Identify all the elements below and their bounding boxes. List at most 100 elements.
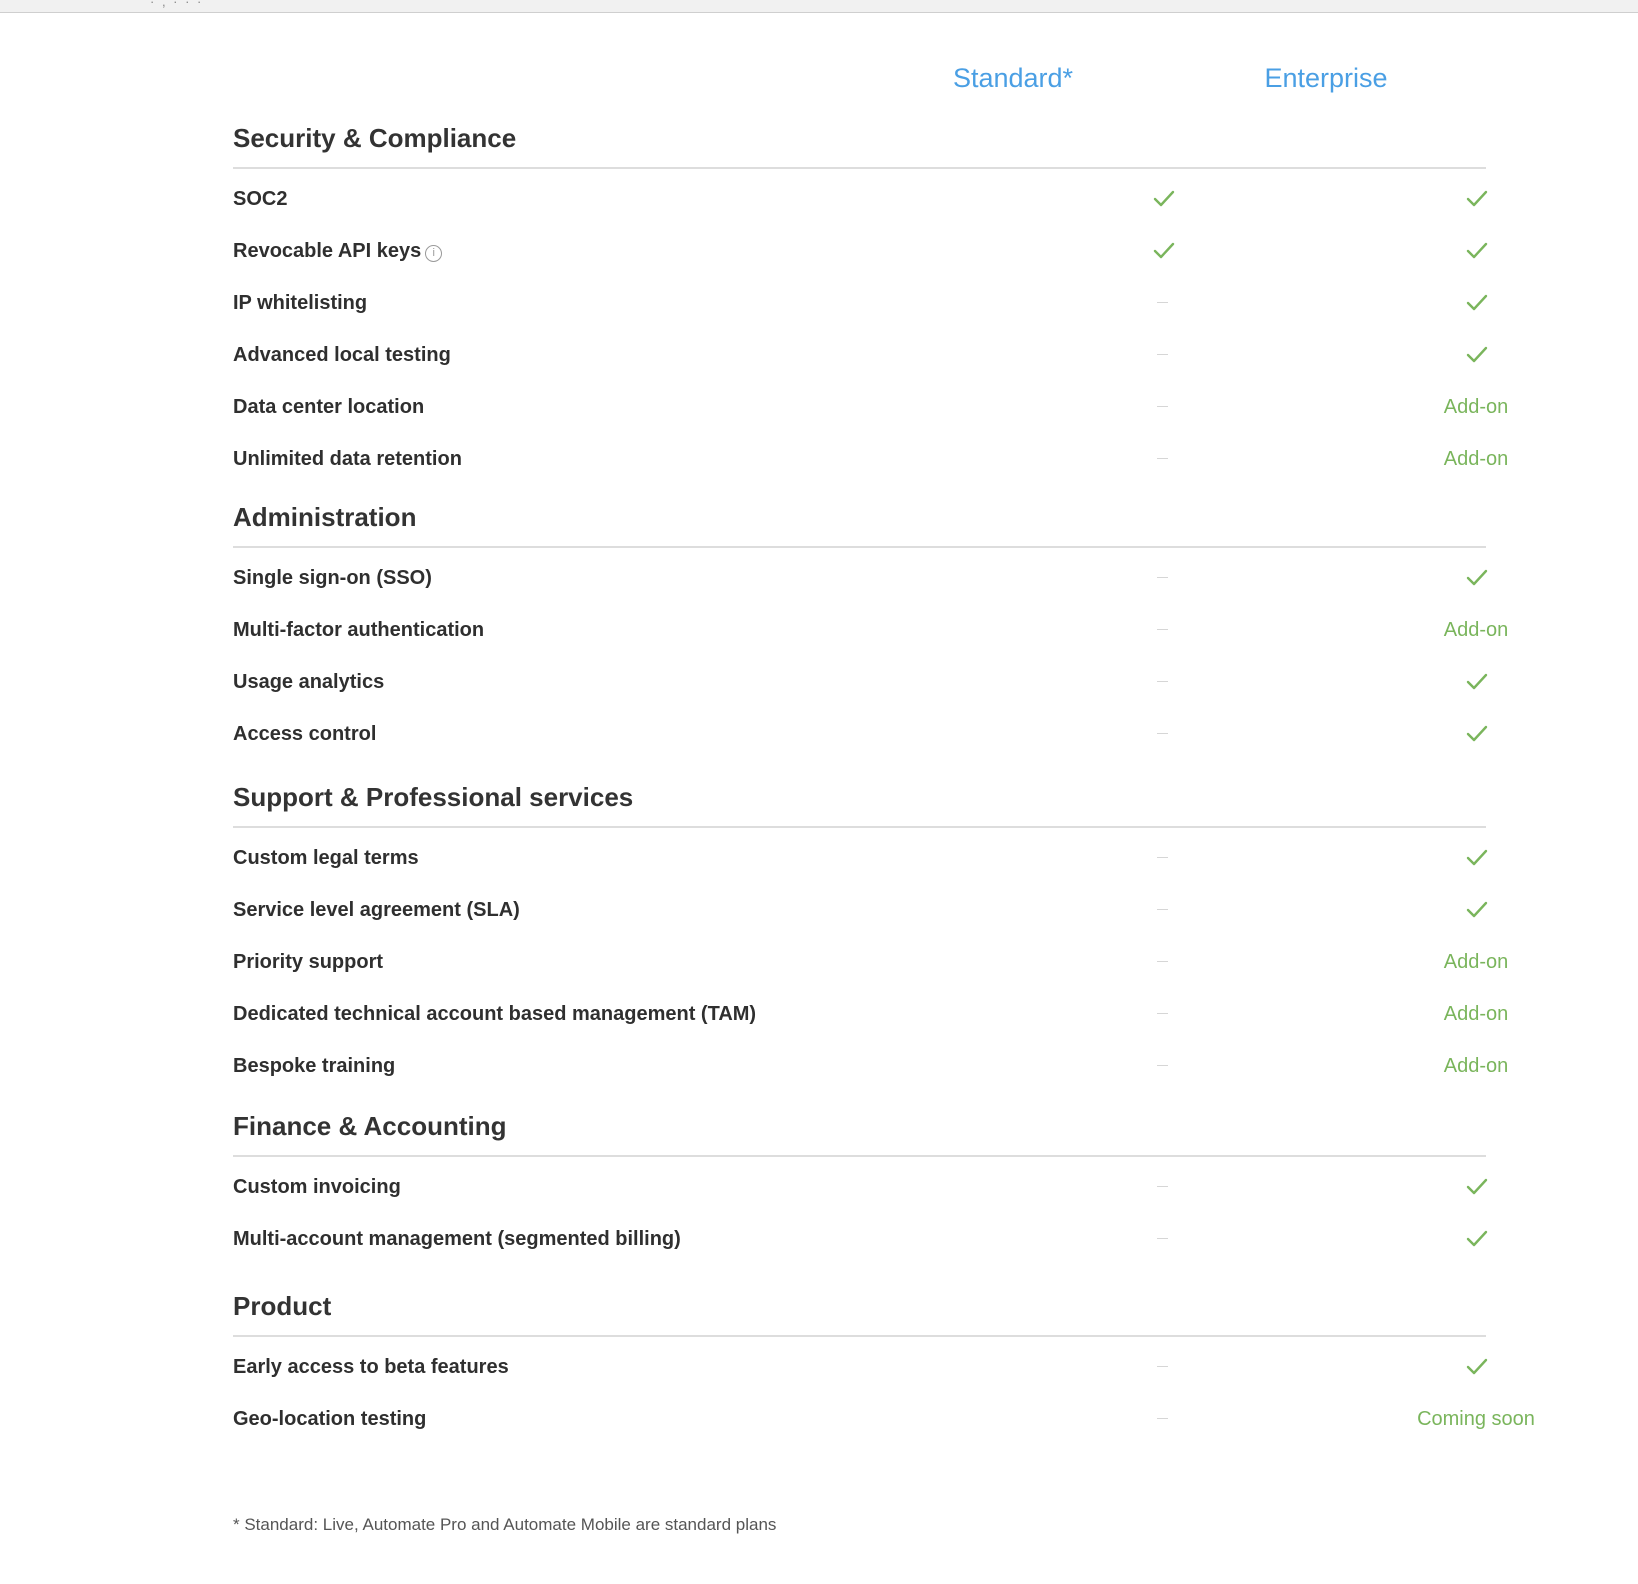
top-bar-fragment: · , · · · [150, 0, 204, 9]
section-security-compliance: Security & Compliance SOC2 Revocable API k… [233, 121, 1508, 485]
enterprise-cell [1326, 1213, 1626, 1265]
standard-cell [1013, 277, 1313, 329]
plan-header-standard: Standard* [952, 63, 1074, 93]
feature-name-wrap: Custom invoicing [233, 1175, 401, 1199]
section-administration: Administration Single sign-on (SSO) Multi-… [233, 500, 1508, 760]
feature-name-wrap: Multi-factor authentication [233, 618, 484, 642]
check-icon [1466, 346, 1488, 363]
feature-name-wrap: Service level agreement (SLA) [233, 898, 520, 922]
feature-row: Revocable API keys i [233, 225, 1488, 277]
feature-label: Custom invoicing [233, 1176, 401, 1198]
browser-top-bar: · , · · · [0, 0, 1638, 13]
standard-cell [1013, 329, 1313, 381]
check-icon [1466, 849, 1488, 866]
feature-name-wrap: Unlimited data retention [233, 447, 462, 471]
feature-name-wrap: Single sign-on (SSO) [233, 566, 432, 590]
feature-name-wrap: SOC2 [233, 187, 287, 211]
add-on-label: Add-on [1443, 448, 1509, 470]
section-title: Support & Professional services [233, 780, 1486, 828]
standard-cell [1013, 433, 1313, 485]
feature-name-wrap: Geo-location testing [233, 1407, 426, 1431]
enterprise-cell: Add-on [1326, 433, 1626, 485]
check-icon [1466, 901, 1488, 918]
enterprise-cell [1326, 173, 1626, 225]
feature-label: Access control [233, 723, 377, 745]
dash-icon [1157, 1065, 1168, 1066]
feature-row: Multi-account management (segmented bill… [233, 1213, 1488, 1265]
check-icon [1466, 673, 1488, 690]
feature-label: IP whitelisting [233, 292, 368, 314]
feature-row: Single sign-on (SSO) [233, 552, 1488, 604]
feature-row: Service level agreement (SLA) [233, 884, 1488, 936]
enterprise-cell: Coming soon [1326, 1393, 1626, 1445]
check-icon [1466, 242, 1488, 259]
feature-row: Usage analytics [233, 656, 1488, 708]
enterprise-cell [1326, 656, 1626, 708]
dash-icon [1157, 458, 1168, 459]
feature-row: Unlimited data retention Add-on [233, 433, 1508, 485]
feature-label: Priority support [233, 951, 384, 973]
dash-icon [1157, 302, 1168, 303]
feature-label: Unlimited data retention [233, 448, 462, 470]
feature-name-wrap: Bespoke training [233, 1054, 395, 1078]
feature-row: SOC2 [233, 173, 1488, 225]
feature-label: Revocable API keys [233, 240, 422, 262]
dash-icon [1157, 406, 1168, 407]
check-icon [1466, 190, 1488, 207]
feature-row: Dedicated technical account based manage… [233, 988, 1508, 1040]
enterprise-cell [1326, 832, 1626, 884]
feature-name-wrap: Data center location [233, 395, 424, 419]
footnote: * Standard: Live, Automate Pro and Autom… [233, 1515, 777, 1534]
dash-icon [1157, 857, 1168, 858]
check-icon [1153, 242, 1175, 259]
feature-name-wrap: Multi-account management (segmented bill… [233, 1227, 681, 1251]
standard-cell [1013, 1040, 1313, 1092]
standard-cell [1013, 381, 1313, 433]
feature-row: Bespoke training Add-on [233, 1040, 1508, 1092]
dash-icon [1157, 909, 1168, 910]
feature-label: Data center location [233, 396, 425, 418]
feature-name-wrap: Access control [233, 722, 376, 746]
dash-icon [1157, 1418, 1168, 1419]
dash-icon [1157, 577, 1168, 578]
feature-name-wrap: Advanced local testing [233, 343, 451, 367]
add-on-label: Add-on [1443, 1003, 1509, 1025]
check-icon [1466, 725, 1488, 742]
enterprise-cell [1326, 329, 1626, 381]
feature-label: Advanced local testing [233, 344, 451, 366]
enterprise-cell: Add-on [1326, 936, 1626, 988]
feature-label: SOC2 [233, 188, 288, 210]
feature-row: Access control [233, 708, 1488, 760]
dash-icon [1157, 629, 1168, 630]
feature-label: Dedicated technical account based manage… [233, 1003, 757, 1025]
feature-row: IP whitelisting [233, 277, 1488, 329]
plan-header-enterprise: Enterprise [1264, 63, 1388, 93]
enterprise-cell [1326, 884, 1626, 936]
feature-row: Data center location Add-on [233, 381, 1508, 433]
enterprise-cell [1326, 277, 1626, 329]
feature-name-wrap: Priority support [233, 950, 383, 974]
add-on-label: Add-on [1443, 619, 1509, 641]
section-title: Product [233, 1289, 1486, 1337]
enterprise-cell [1326, 1161, 1626, 1213]
feature-rows: SOC2 Revocable API keys i IP whitelisting Ad… [233, 173, 1508, 485]
feature-name-wrap: Revocable API keys i [233, 239, 443, 263]
section-finance-accounting: Finance & Accounting Custom invoicing Mult… [233, 1109, 1488, 1265]
section-product: Product Early access to beta features Geo-… [233, 1289, 1535, 1445]
feature-label: Bespoke training [233, 1055, 396, 1077]
add-on-label: Add-on [1443, 1055, 1509, 1077]
enterprise-cell [1326, 1341, 1626, 1393]
feature-label: Custom legal terms [233, 847, 419, 869]
feature-name-wrap: Usage analytics [233, 670, 384, 694]
feature-row: Advanced local testing [233, 329, 1488, 381]
section-title: Security & Compliance [233, 121, 1486, 169]
check-icon [1466, 294, 1488, 311]
standard-cell [1013, 225, 1313, 277]
dash-icon [1157, 354, 1168, 355]
feature-row: Custom invoicing [233, 1161, 1488, 1213]
info-icon[interactable]: i [425, 245, 443, 262]
section-title: Finance & Accounting [233, 1109, 1486, 1157]
feature-label: Early access to beta features [233, 1356, 509, 1378]
feature-label: Multi-factor authentication [233, 619, 485, 641]
feature-rows: Early access to beta features Geo-locatio… [233, 1341, 1535, 1445]
